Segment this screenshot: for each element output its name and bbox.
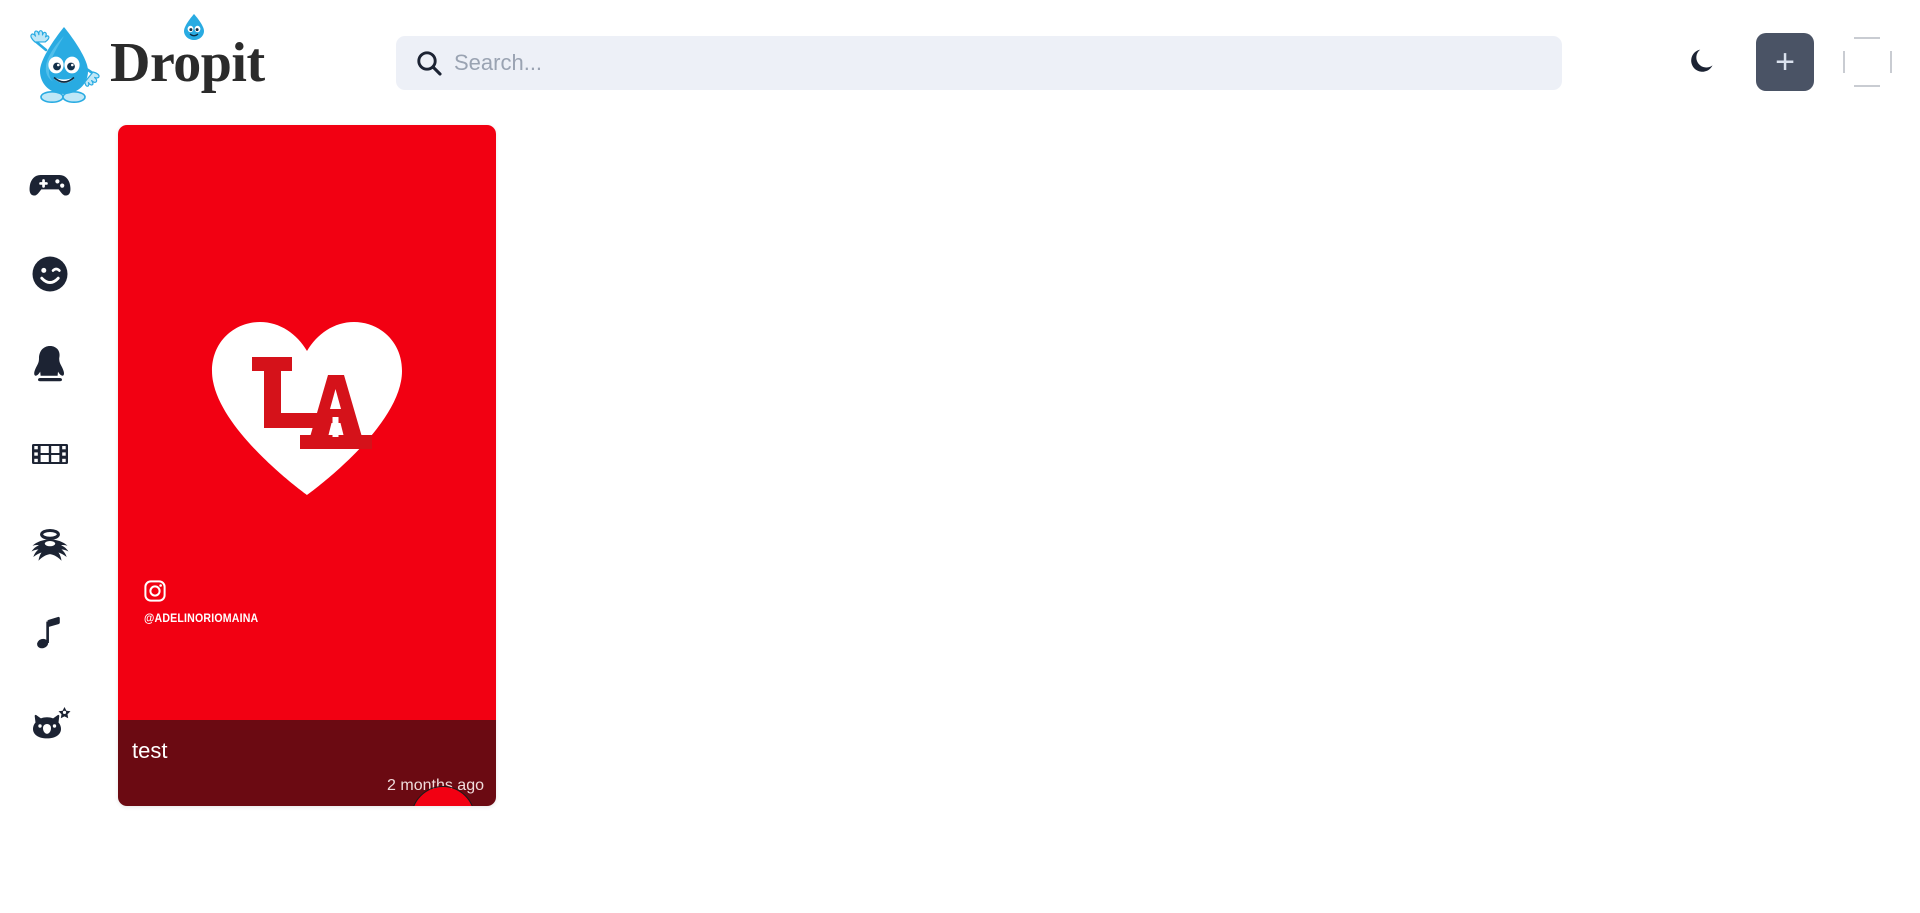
app-logo[interactable]: Dropit <box>24 14 274 108</box>
post-grid: @ADELINORIOMAINA test 2 months ago <box>118 125 496 806</box>
broken-image-icon-right <box>1890 51 1892 73</box>
instagram-handle: @ADELINORIOMAINA <box>144 613 259 625</box>
angel-icon <box>27 522 73 566</box>
broken-image-icon-bottom <box>1854 85 1880 87</box>
sidebar-item-games[interactable] <box>19 153 81 215</box>
sidebar-item-music[interactable] <box>19 603 81 665</box>
logo-dot-drop-icon <box>181 12 207 42</box>
sidebar-item-qq[interactable] <box>19 333 81 395</box>
broken-image-icon-left <box>1843 51 1845 73</box>
sidebar-nav <box>0 125 100 913</box>
sidebar-item-video[interactable] <box>19 423 81 485</box>
post-title: test <box>132 738 168 763</box>
theme-toggle-button[interactable] <box>1680 39 1726 85</box>
add-post-button[interactable]: + <box>1756 33 1814 91</box>
search-icon <box>414 48 444 78</box>
instagram-icon <box>144 580 166 606</box>
instagram-watermark: @ADELINORIOMAINA <box>144 580 284 625</box>
heart-graphic <box>204 309 410 497</box>
main-content: @ADELINORIOMAINA test 2 months ago <box>100 125 1920 913</box>
music-note-icon <box>28 612 72 656</box>
post-card[interactable]: @ADELINORIOMAINA test 2 months ago <box>118 125 496 806</box>
app-header: Dropit Search... + <box>0 0 1920 125</box>
plus-icon: + <box>1775 43 1795 81</box>
post-avatar[interactable] <box>411 786 475 806</box>
wink-face-icon <box>28 252 72 296</box>
post-media: @ADELINORIOMAINA <box>118 125 496 720</box>
sidebar-item-angel[interactable] <box>19 513 81 575</box>
gamepad-icon <box>28 162 72 206</box>
sidebar-item-cute[interactable] <box>19 693 81 755</box>
cat-sparkle-icon <box>27 702 73 746</box>
search-bar[interactable] <box>396 36 1562 90</box>
avatar-bg-top <box>412 787 474 806</box>
user-avatar[interactable] <box>1840 31 1896 93</box>
search-input[interactable] <box>454 43 1534 83</box>
header-actions: + <box>1680 22 1920 102</box>
penguin-icon <box>28 342 72 386</box>
app-logo-text: Dropit <box>110 32 265 94</box>
sidebar-item-emoji[interactable] <box>19 243 81 305</box>
film-strip-icon <box>28 432 72 476</box>
moon-icon <box>1686 44 1720 81</box>
broken-image-icon <box>1854 37 1880 39</box>
water-drop-mascot-icon <box>24 22 108 104</box>
